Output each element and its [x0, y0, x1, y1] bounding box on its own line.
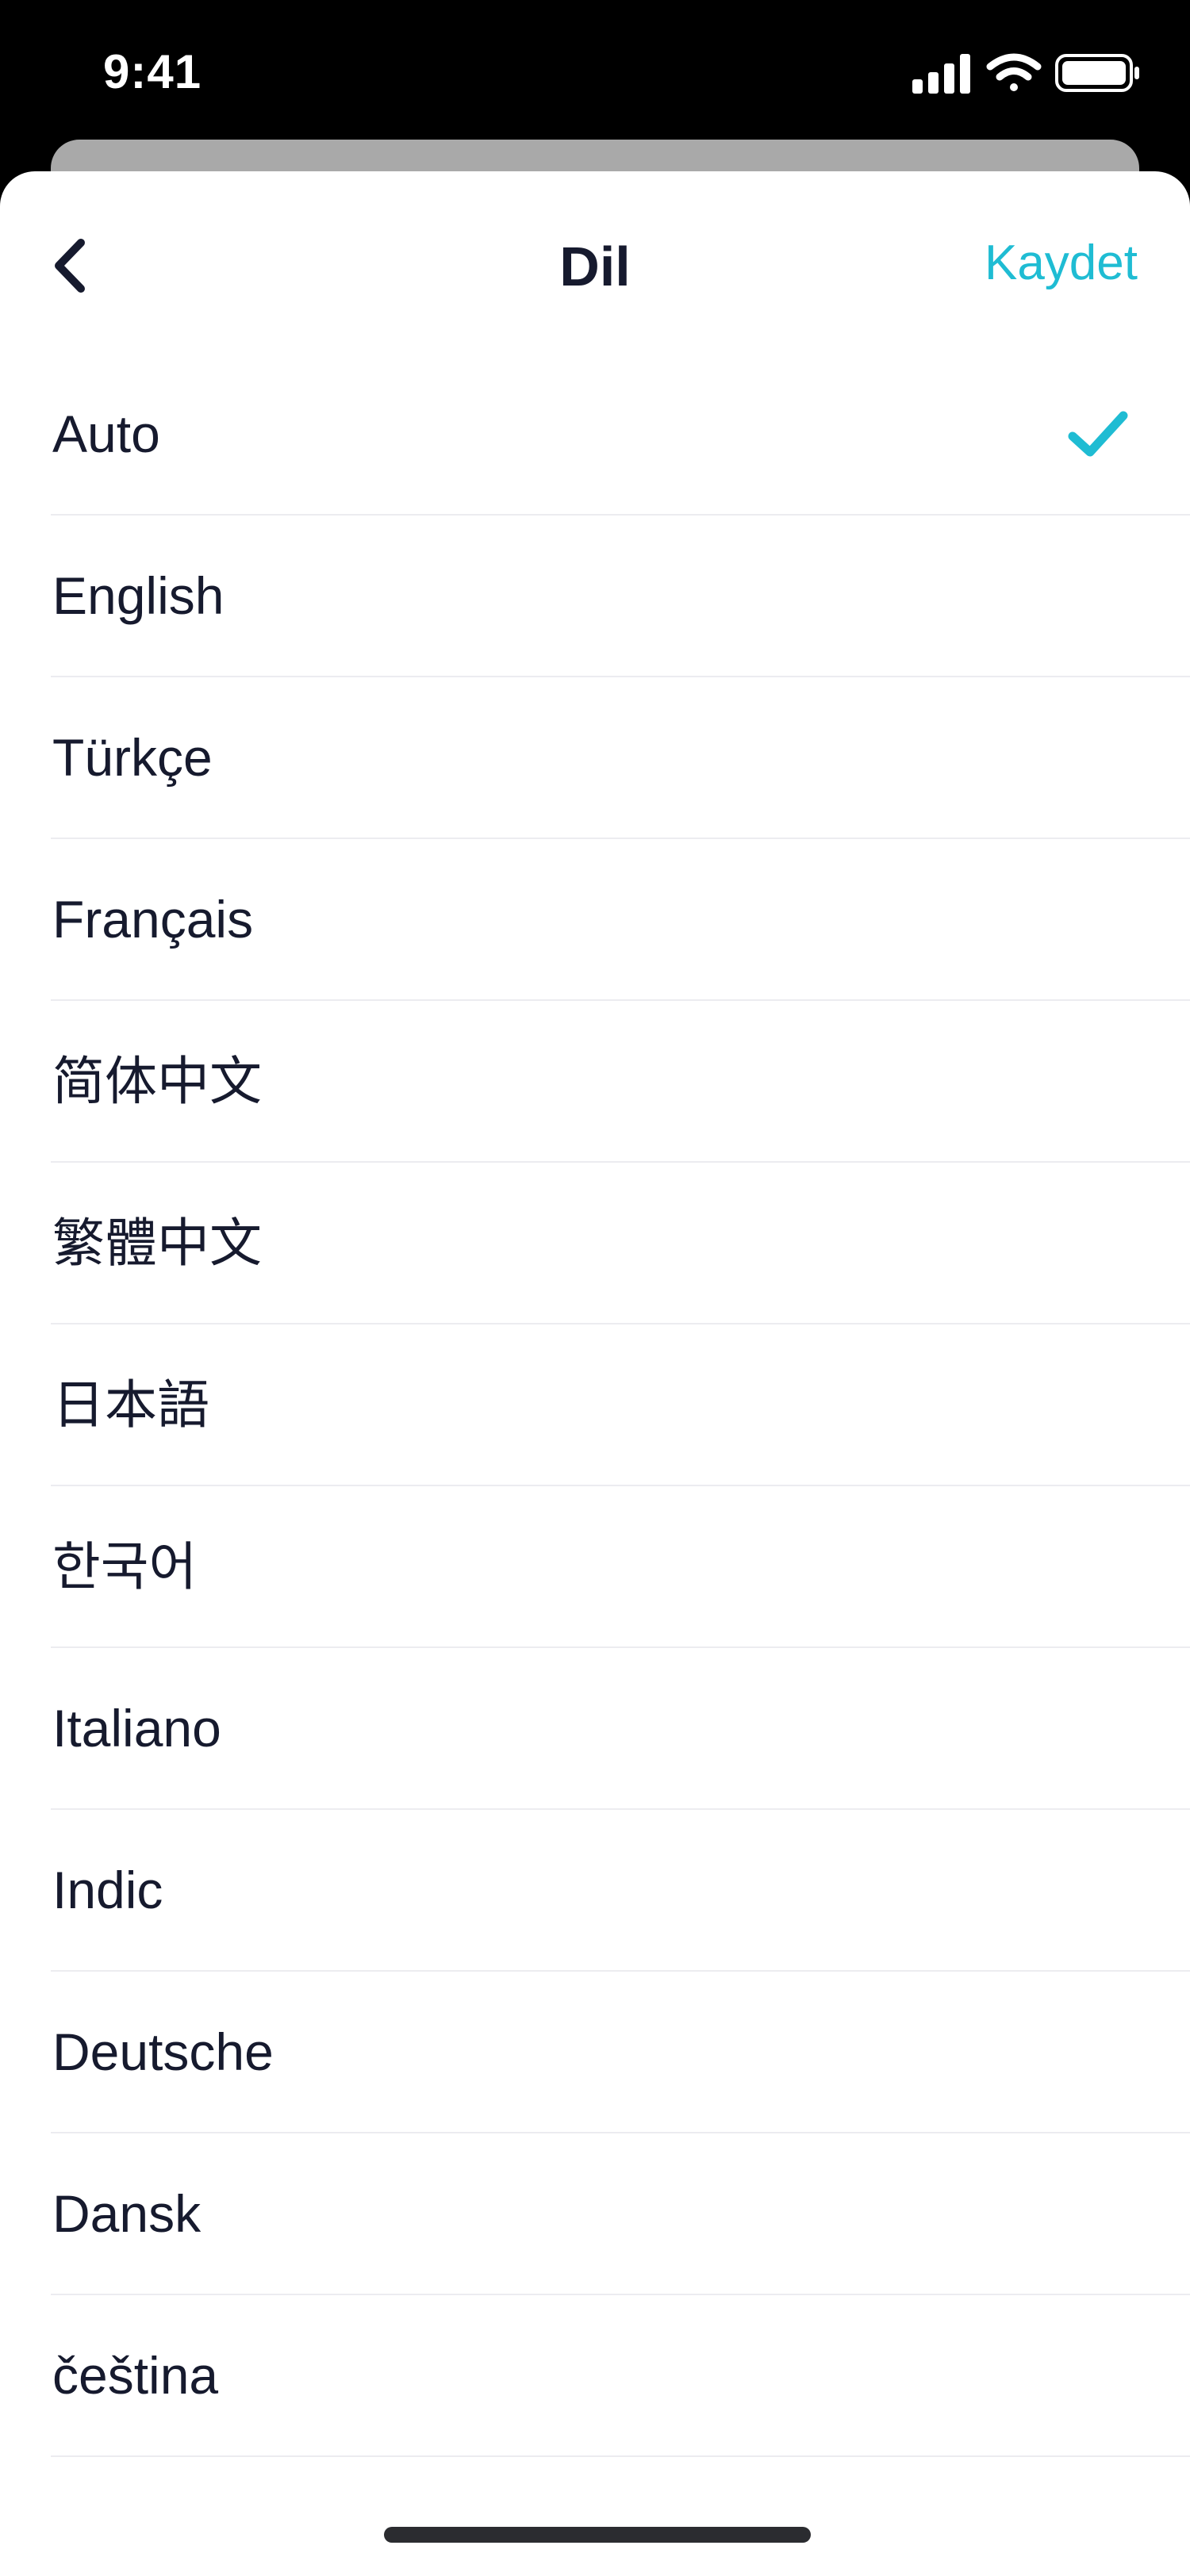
language-label: 繁體中文 [52, 1213, 262, 1272]
battery-icon [1055, 54, 1139, 92]
language-label: 简体中文 [52, 1052, 262, 1110]
language-option[interactable]: Indic [51, 1810, 1190, 1972]
status-time: 9:41 [103, 45, 202, 98]
language-option[interactable]: Italiano [51, 1648, 1190, 1810]
language-label: Dansk [52, 2184, 202, 2243]
language-label: Auto [52, 404, 160, 463]
language-label: Italiano [52, 1699, 221, 1758]
language-label: English [52, 566, 225, 625]
navigation-bar: Dil Kaydet [0, 171, 1190, 354]
language-label: Français [52, 890, 254, 949]
language-label: Indic [52, 1861, 163, 1919]
language-option[interactable]: Türkçe [51, 677, 1190, 839]
cellular-signal-icon [912, 54, 970, 94]
language-option[interactable]: Auto [51, 354, 1190, 516]
status-bar: 9:41 [0, 0, 1190, 143]
status-icons [912, 53, 1139, 94]
language-label: čeština [52, 2346, 219, 2405]
save-button[interactable]: Kaydet [985, 235, 1138, 291]
checkmark-icon [1068, 411, 1128, 457]
language-option[interactable]: Français [51, 839, 1190, 1001]
language-sheet: Dil Kaydet Auto English Türkçe Français 简体中文… [0, 171, 1190, 2576]
language-option[interactable]: 日本語 [51, 1324, 1190, 1486]
language-option[interactable]: 简体中文 [51, 1001, 1190, 1163]
language-label: Türkçe [52, 728, 213, 787]
home-indicator [384, 2527, 811, 2543]
language-option[interactable]: Deutsche [51, 1972, 1190, 2133]
language-option[interactable]: 繁體中文 [51, 1163, 1190, 1324]
language-label: 한국어 [52, 1537, 198, 1596]
language-option[interactable]: English [51, 516, 1190, 677]
language-label: 日本語 [52, 1375, 209, 1434]
language-option[interactable]: čeština [51, 2295, 1190, 2457]
language-list: Auto English Türkçe Français 简体中文繁體中文日本語 한국어 I… [0, 354, 1190, 2457]
language-option[interactable]: Dansk [51, 2133, 1190, 2295]
language-label: Deutsche [52, 2022, 274, 2081]
wifi-icon [986, 53, 1042, 91]
language-option[interactable]: 한국어 [51, 1486, 1190, 1648]
